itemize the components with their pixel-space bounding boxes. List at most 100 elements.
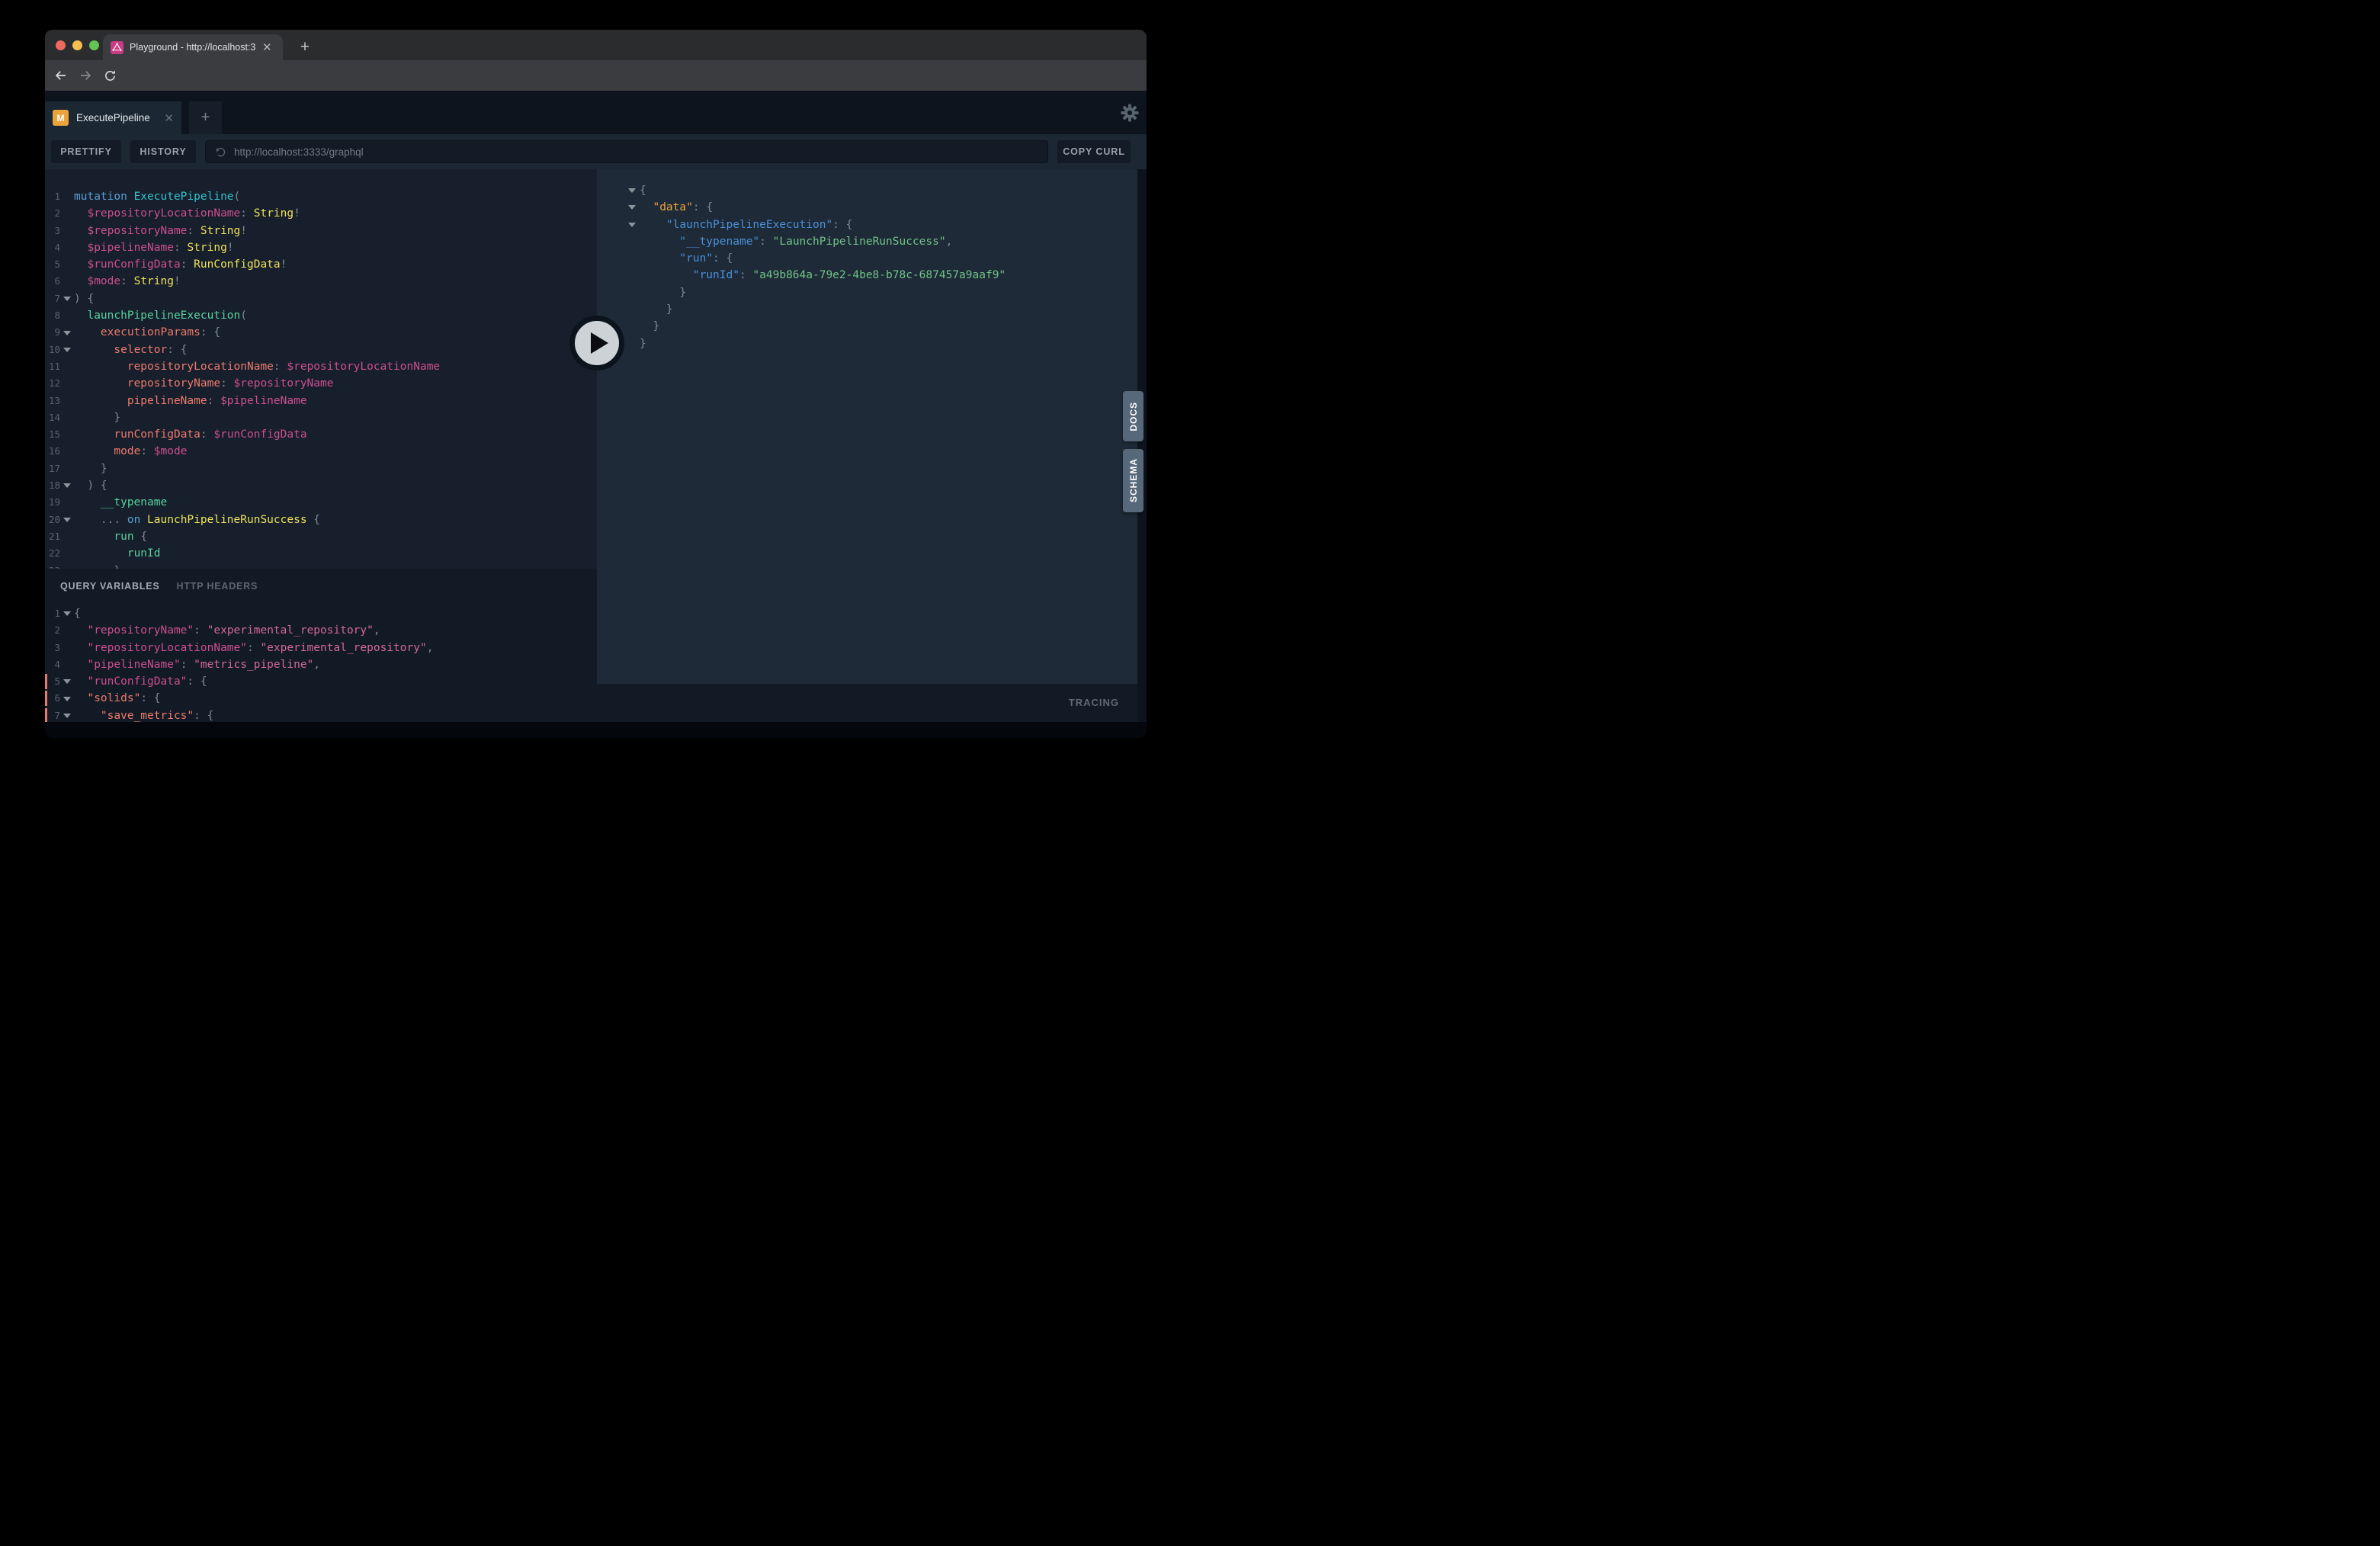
- fold-arrow-icon[interactable]: [624, 182, 640, 199]
- code-line: "run": {: [597, 250, 1137, 267]
- line-number: 2: [45, 622, 60, 639]
- reload-icon[interactable]: [101, 67, 118, 84]
- code-line[interactable]: 4 "pipelineName": "metrics_pipeline",: [45, 656, 597, 673]
- reload-schema-icon[interactable]: [215, 146, 226, 158]
- fold-arrow-icon[interactable]: [60, 707, 74, 722]
- forward-icon[interactable]: [77, 67, 94, 84]
- lint-marker: [45, 674, 47, 689]
- code-text: "solids": {: [74, 690, 161, 707]
- endpoint-input[interactable]: http://localhost:3333/graphql: [205, 140, 1048, 163]
- fold-arrow-icon[interactable]: [60, 673, 74, 690]
- code-line[interactable]: 15 runConfigData: $runConfigData: [45, 426, 597, 443]
- code-line[interactable]: 2 "repositoryName": "experimental_reposi…: [45, 622, 597, 639]
- code-line[interactable]: 7 "save_metrics": {: [45, 707, 597, 722]
- code-line[interactable]: 21 run {: [45, 528, 597, 545]
- graphql-playground: M ExecutePipeline ✕ +: [45, 91, 1147, 738]
- fold-gutter: [624, 250, 640, 267]
- code-line[interactable]: 11 repositoryLocationName: $repositoryLo…: [45, 358, 597, 375]
- browser-tab[interactable]: Playground - http://localhost:3 ✕: [103, 34, 283, 60]
- fold-arrow-icon[interactable]: [624, 199, 640, 216]
- line-number: 19: [45, 494, 60, 511]
- code-line[interactable]: 12 repositoryName: $repositoryName: [45, 375, 597, 392]
- code-line[interactable]: 2 $repositoryLocationName: String!: [45, 205, 597, 222]
- schema-side-tab[interactable]: SCHEMA: [1123, 449, 1143, 512]
- fold-gutter: [624, 233, 640, 250]
- code-line[interactable]: 18 ) {: [45, 477, 597, 494]
- code-line[interactable]: 23 }: [45, 563, 597, 569]
- fold-arrow-icon[interactable]: [60, 290, 74, 307]
- code-line[interactable]: 19 __typename: [45, 494, 597, 511]
- code-line[interactable]: 3 "repositoryLocationName": "experimenta…: [45, 640, 597, 656]
- history-button[interactable]: HISTORY: [130, 140, 196, 163]
- code-line[interactable]: 17 }: [45, 460, 597, 477]
- window-controls[interactable]: [56, 40, 99, 50]
- code-text: mutation ExecutePipeline(: [74, 188, 240, 205]
- session-close-icon[interactable]: ✕: [164, 111, 174, 125]
- docs-side-tab[interactable]: DOCS: [1123, 391, 1143, 441]
- copy-curl-button[interactable]: COPY CURL: [1057, 140, 1131, 163]
- line-number: 4: [45, 239, 60, 256]
- tracing-label[interactable]: TRACING: [1069, 697, 1119, 708]
- execute-query-button[interactable]: [569, 316, 624, 370]
- code-text: }: [640, 284, 686, 301]
- back-icon[interactable]: [53, 67, 69, 84]
- code-line[interactable]: 16 mode: $mode: [45, 443, 597, 460]
- prettify-button[interactable]: PRETTIFY: [51, 140, 121, 163]
- code-line[interactable]: 8 launchPipelineExecution(: [45, 307, 597, 324]
- code-line: "launchPipelineExecution": {: [597, 217, 1137, 233]
- code-text: $repositoryName: String!: [74, 223, 247, 239]
- tab-http-headers[interactable]: HTTP HEADERS: [177, 581, 258, 592]
- fold-arrow-icon[interactable]: [60, 605, 74, 622]
- code-line[interactable]: 1{: [45, 605, 597, 622]
- tab-close-icon[interactable]: ✕: [262, 42, 272, 53]
- code-text: "launchPipelineExecution": {: [640, 217, 852, 233]
- line-number: 22: [45, 545, 60, 562]
- code-line[interactable]: 6 $mode: String!: [45, 273, 597, 290]
- fold-arrow-icon[interactable]: [60, 690, 74, 707]
- code-line: "data": {: [597, 199, 1137, 216]
- code-line[interactable]: 1mutation ExecutePipeline(: [45, 188, 597, 205]
- fold-arrow-icon[interactable]: [60, 324, 74, 341]
- schema-side-tab-label: SCHEMA: [1128, 458, 1139, 502]
- fold-gutter: [60, 656, 74, 673]
- new-session-tab-button[interactable]: +: [189, 101, 222, 134]
- settings-gear-icon[interactable]: [1118, 101, 1141, 124]
- query-editor[interactable]: 1mutation ExecutePipeline(2 $repositoryL…: [45, 169, 597, 569]
- variables-editor[interactable]: 1{2 "repositoryName": "experimental_repo…: [45, 605, 597, 722]
- code-line[interactable]: 22 runId: [45, 545, 597, 562]
- fold-arrow-icon[interactable]: [60, 342, 74, 358]
- code-line[interactable]: 14 }: [45, 409, 597, 426]
- mutation-badge: M: [53, 110, 69, 126]
- zoom-window-button[interactable]: [89, 40, 99, 50]
- fold-gutter: [624, 301, 640, 318]
- play-icon: [591, 332, 608, 354]
- close-window-button[interactable]: [56, 40, 66, 50]
- code-line[interactable]: 4 $pipelineName: String!: [45, 239, 597, 256]
- line-number: 16: [45, 443, 60, 460]
- code-text: $runConfigData: RunConfigData!: [74, 256, 287, 273]
- fold-gutter: [60, 188, 74, 205]
- code-line[interactable]: 7) {: [45, 290, 597, 307]
- code-line[interactable]: 5 $runConfigData: RunConfigData!: [45, 256, 597, 273]
- minimize-window-button[interactable]: [72, 40, 82, 50]
- code-line[interactable]: 3 $repositoryName: String!: [45, 223, 597, 239]
- session-tab-executepipeline[interactable]: M ExecutePipeline ✕: [45, 101, 181, 134]
- code-line[interactable]: 13 pipelineName: $pipelineName: [45, 393, 597, 409]
- fold-gutter: [60, 273, 74, 290]
- code-line[interactable]: 10 selector: {: [45, 342, 597, 358]
- code-line[interactable]: 6 "solids": {: [45, 690, 597, 707]
- fold-arrow-icon[interactable]: [624, 217, 640, 233]
- code-line[interactable]: 5 "runConfigData": {: [45, 673, 597, 690]
- fold-arrow-icon[interactable]: [60, 477, 74, 494]
- line-number: 1: [45, 605, 60, 622]
- fold-arrow-icon[interactable]: [60, 512, 74, 528]
- code-line[interactable]: 9 executionParams: {: [45, 324, 597, 341]
- code-text: $repositoryLocationName: String!: [74, 205, 300, 222]
- code-text: "data": {: [640, 199, 713, 216]
- tab-query-variables[interactable]: QUERY VARIABLES: [60, 581, 160, 592]
- graphql-favicon-icon: [111, 41, 123, 54]
- line-number: 2: [45, 205, 60, 222]
- code-text: executionParams: {: [74, 324, 220, 341]
- new-tab-button[interactable]: +: [293, 36, 316, 59]
- code-line[interactable]: 20 ... on LaunchPipelineRunSuccess {: [45, 512, 597, 528]
